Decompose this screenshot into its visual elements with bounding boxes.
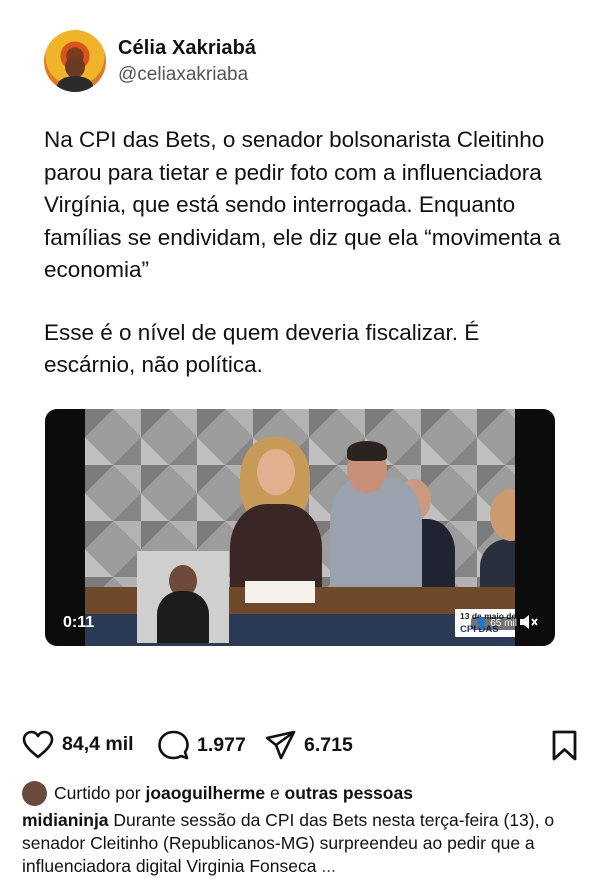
tweet-paragraph-2: Esse é o nível de quem deveria fiscaliza… xyxy=(44,319,480,378)
like-count: 84,4 mil xyxy=(62,733,134,755)
like-button[interactable]: 84,4 mil xyxy=(22,730,134,759)
tweet-paragraph-1: Na CPI das Bets, o senador bolsonarista … xyxy=(44,127,561,282)
video-timestamp: 0:11 xyxy=(63,614,95,631)
video-views: 👤 65 mil xyxy=(471,617,521,630)
caption-username[interactable]: midianinja xyxy=(22,810,109,830)
sign-language-interpreter xyxy=(137,551,229,643)
tweet-text: Na CPI das Bets, o senador bolsonarista … xyxy=(44,124,564,382)
profile-avatar[interactable] xyxy=(44,30,106,92)
interpreter-body xyxy=(157,591,209,643)
video-views-count: 65 mil xyxy=(490,618,517,629)
share-count: 6.715 xyxy=(304,733,353,756)
share-icon xyxy=(265,730,296,760)
mute-icon[interactable] xyxy=(517,612,539,632)
liked-by-user[interactable]: joaoguilherme xyxy=(145,783,265,803)
heart-icon xyxy=(22,730,54,759)
profile-handle[interactable]: @celiaxakriaba xyxy=(118,64,248,86)
action-bar: 84,4 mil 1.977 6.715 xyxy=(0,726,600,766)
liked-by-text: Curtido por joaoguilherme e outras pesso… xyxy=(54,783,413,804)
comment-icon xyxy=(158,730,189,760)
liked-by-connector: e xyxy=(269,783,280,803)
liked-by-row[interactable]: Curtido por joaoguilherme e outras pesso… xyxy=(22,780,582,806)
caption-more[interactable]: ... xyxy=(321,856,336,876)
video-person-hair xyxy=(347,441,387,461)
comment-button[interactable]: 1.977 xyxy=(158,730,246,760)
video-frame: 13 de maio de CPI DAS xyxy=(85,409,515,646)
avatar-face xyxy=(65,56,85,78)
avatar-body xyxy=(57,76,93,92)
video-player[interactable]: 13 de maio de CPI DAS 0:11 👤 65 mil xyxy=(45,409,555,646)
video-person-head xyxy=(257,449,295,495)
bookmark-icon[interactable] xyxy=(551,730,578,762)
liked-by-avatar xyxy=(22,781,47,806)
post-caption: midianinja Durante sessão da CPI das Bet… xyxy=(22,809,582,878)
liked-by-others[interactable]: outras pessoas xyxy=(285,783,413,803)
liked-by-prefix: Curtido por xyxy=(54,783,141,803)
video-nameplate xyxy=(245,581,315,603)
share-button[interactable]: 6.715 xyxy=(265,730,353,760)
comment-count: 1.977 xyxy=(197,733,246,756)
profile-name[interactable]: Célia Xakriabá xyxy=(118,37,256,60)
